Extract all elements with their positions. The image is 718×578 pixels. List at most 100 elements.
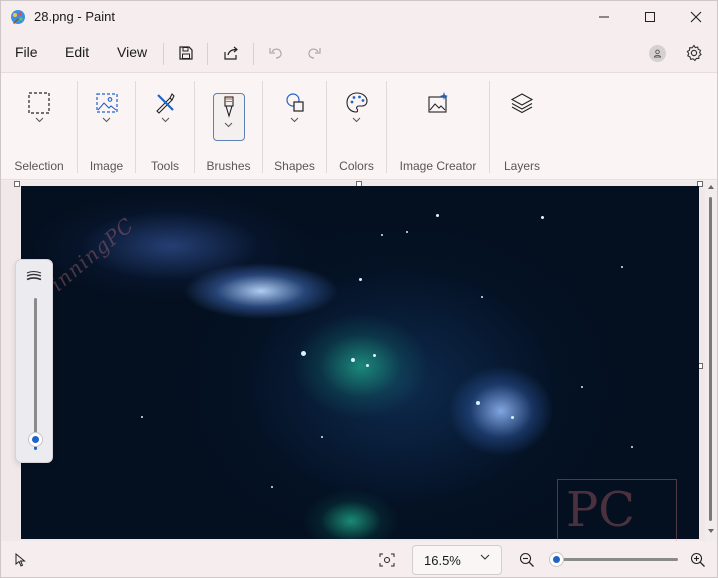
account-button[interactable] bbox=[649, 45, 666, 62]
star bbox=[541, 216, 544, 219]
menu-edit[interactable]: Edit bbox=[65, 44, 89, 60]
colors-button[interactable] bbox=[340, 91, 374, 141]
chevron-down-icon bbox=[224, 122, 233, 128]
star bbox=[581, 386, 583, 388]
image-tool-button[interactable] bbox=[90, 91, 124, 141]
ribbon-toolbar: Selection Image Tools Brushes Shapes Col… bbox=[1, 72, 717, 180]
layers-icon bbox=[510, 93, 534, 114]
group-label-shapes: Shapes bbox=[274, 159, 315, 173]
menu-view[interactable]: View bbox=[117, 44, 147, 60]
star bbox=[301, 351, 306, 356]
window-title: 28.png - Paint bbox=[34, 9, 115, 24]
menu-divider bbox=[207, 43, 208, 65]
star bbox=[359, 278, 362, 281]
group-tools: Tools bbox=[136, 73, 194, 179]
zoom-value: 16.5% bbox=[424, 553, 461, 568]
zoom-slider-thumb[interactable] bbox=[549, 552, 564, 567]
scroll-down-icon[interactable] bbox=[707, 527, 715, 535]
brushes-button[interactable] bbox=[212, 93, 245, 141]
pointer-position-icon bbox=[11, 551, 29, 569]
scrollbar-thumb[interactable] bbox=[709, 197, 712, 521]
selection-tool-button[interactable] bbox=[22, 91, 56, 141]
undo-button[interactable] bbox=[263, 41, 289, 65]
group-image: Image bbox=[78, 73, 135, 179]
star bbox=[476, 401, 480, 405]
star bbox=[321, 436, 323, 438]
group-label-tools: Tools bbox=[150, 159, 179, 173]
star bbox=[621, 266, 623, 268]
resize-handle[interactable] bbox=[14, 181, 20, 187]
star bbox=[436, 214, 439, 217]
settings-button[interactable] bbox=[683, 42, 705, 64]
star bbox=[406, 231, 408, 233]
palette-icon bbox=[345, 92, 368, 113]
save-button[interactable] bbox=[173, 41, 199, 65]
zoom-slider-track[interactable] bbox=[554, 558, 678, 561]
close-icon bbox=[690, 11, 702, 23]
star bbox=[381, 234, 383, 236]
group-label-selection: Selection bbox=[14, 159, 64, 173]
close-button[interactable] bbox=[673, 1, 717, 33]
group-label-image: Image bbox=[89, 159, 124, 173]
status-bar: 16.5% bbox=[1, 541, 717, 577]
minimize-icon bbox=[599, 16, 609, 18]
zoom-out-icon bbox=[519, 552, 534, 567]
maximize-button[interactable] bbox=[627, 1, 673, 33]
chevron-down-icon bbox=[35, 117, 43, 123]
menu-file[interactable]: File bbox=[15, 44, 38, 60]
brush-size-icon bbox=[26, 271, 42, 281]
zoom-out-button[interactable] bbox=[518, 551, 536, 569]
group-selection: Selection bbox=[1, 73, 77, 179]
star bbox=[271, 486, 273, 488]
watermark-logo-text: PC bbox=[566, 482, 636, 538]
chevron-down-icon bbox=[480, 554, 490, 560]
zoom-in-button[interactable] bbox=[689, 551, 707, 569]
group-label-colors: Colors bbox=[339, 159, 374, 173]
tools-button[interactable] bbox=[148, 91, 182, 141]
group-brushes: Brushes bbox=[195, 73, 262, 179]
star bbox=[351, 358, 355, 362]
group-image-creator: Image Creator bbox=[387, 73, 489, 179]
star bbox=[511, 416, 514, 419]
tools-icon bbox=[156, 93, 175, 114]
selection-icon bbox=[28, 92, 50, 114]
undo-icon bbox=[269, 48, 282, 59]
paint-window: 28.png - Paint File Edit View Selection … bbox=[0, 0, 718, 578]
chevron-down-icon bbox=[161, 117, 169, 123]
group-colors: Colors bbox=[327, 73, 386, 179]
user-icon bbox=[653, 49, 662, 58]
chevron-down-icon bbox=[352, 117, 361, 123]
brush-size-thumb[interactable] bbox=[28, 432, 43, 447]
maximize-icon bbox=[645, 12, 655, 22]
star bbox=[631, 446, 633, 448]
fit-to-window-button[interactable] bbox=[378, 551, 396, 569]
title-bar: 28.png - Paint bbox=[1, 1, 717, 33]
minimize-button[interactable] bbox=[581, 1, 627, 33]
zoom-dropdown[interactable]: 16.5% bbox=[412, 545, 502, 575]
shapes-button[interactable] bbox=[278, 91, 312, 141]
watermark-logo: PC bbox=[557, 479, 677, 543]
share-button[interactable] bbox=[218, 41, 244, 65]
star bbox=[481, 296, 483, 298]
layers-button[interactable] bbox=[505, 91, 539, 141]
group-label-image-creator: Image Creator bbox=[399, 159, 477, 173]
scroll-up-icon[interactable] bbox=[707, 183, 715, 191]
image-creator-button[interactable] bbox=[421, 91, 455, 141]
vertical-scrollbar[interactable] bbox=[705, 181, 717, 541]
group-shapes: Shapes bbox=[263, 73, 326, 179]
star bbox=[366, 364, 369, 367]
redo-button[interactable] bbox=[301, 41, 327, 65]
menu-divider bbox=[163, 43, 164, 65]
shapes-icon bbox=[285, 93, 304, 112]
brush-icon bbox=[223, 96, 234, 118]
zoom-in-icon bbox=[690, 552, 705, 567]
group-layers: Layers bbox=[490, 73, 554, 179]
star bbox=[373, 354, 376, 357]
group-label-brushes: Brushes bbox=[206, 159, 251, 173]
menu-divider bbox=[253, 43, 254, 65]
cursor-icon bbox=[15, 553, 26, 567]
brush-size-track[interactable] bbox=[34, 298, 37, 440]
chevron-down-icon bbox=[102, 117, 111, 123]
brush-size-slider[interactable] bbox=[15, 259, 53, 463]
save-icon bbox=[179, 46, 193, 60]
